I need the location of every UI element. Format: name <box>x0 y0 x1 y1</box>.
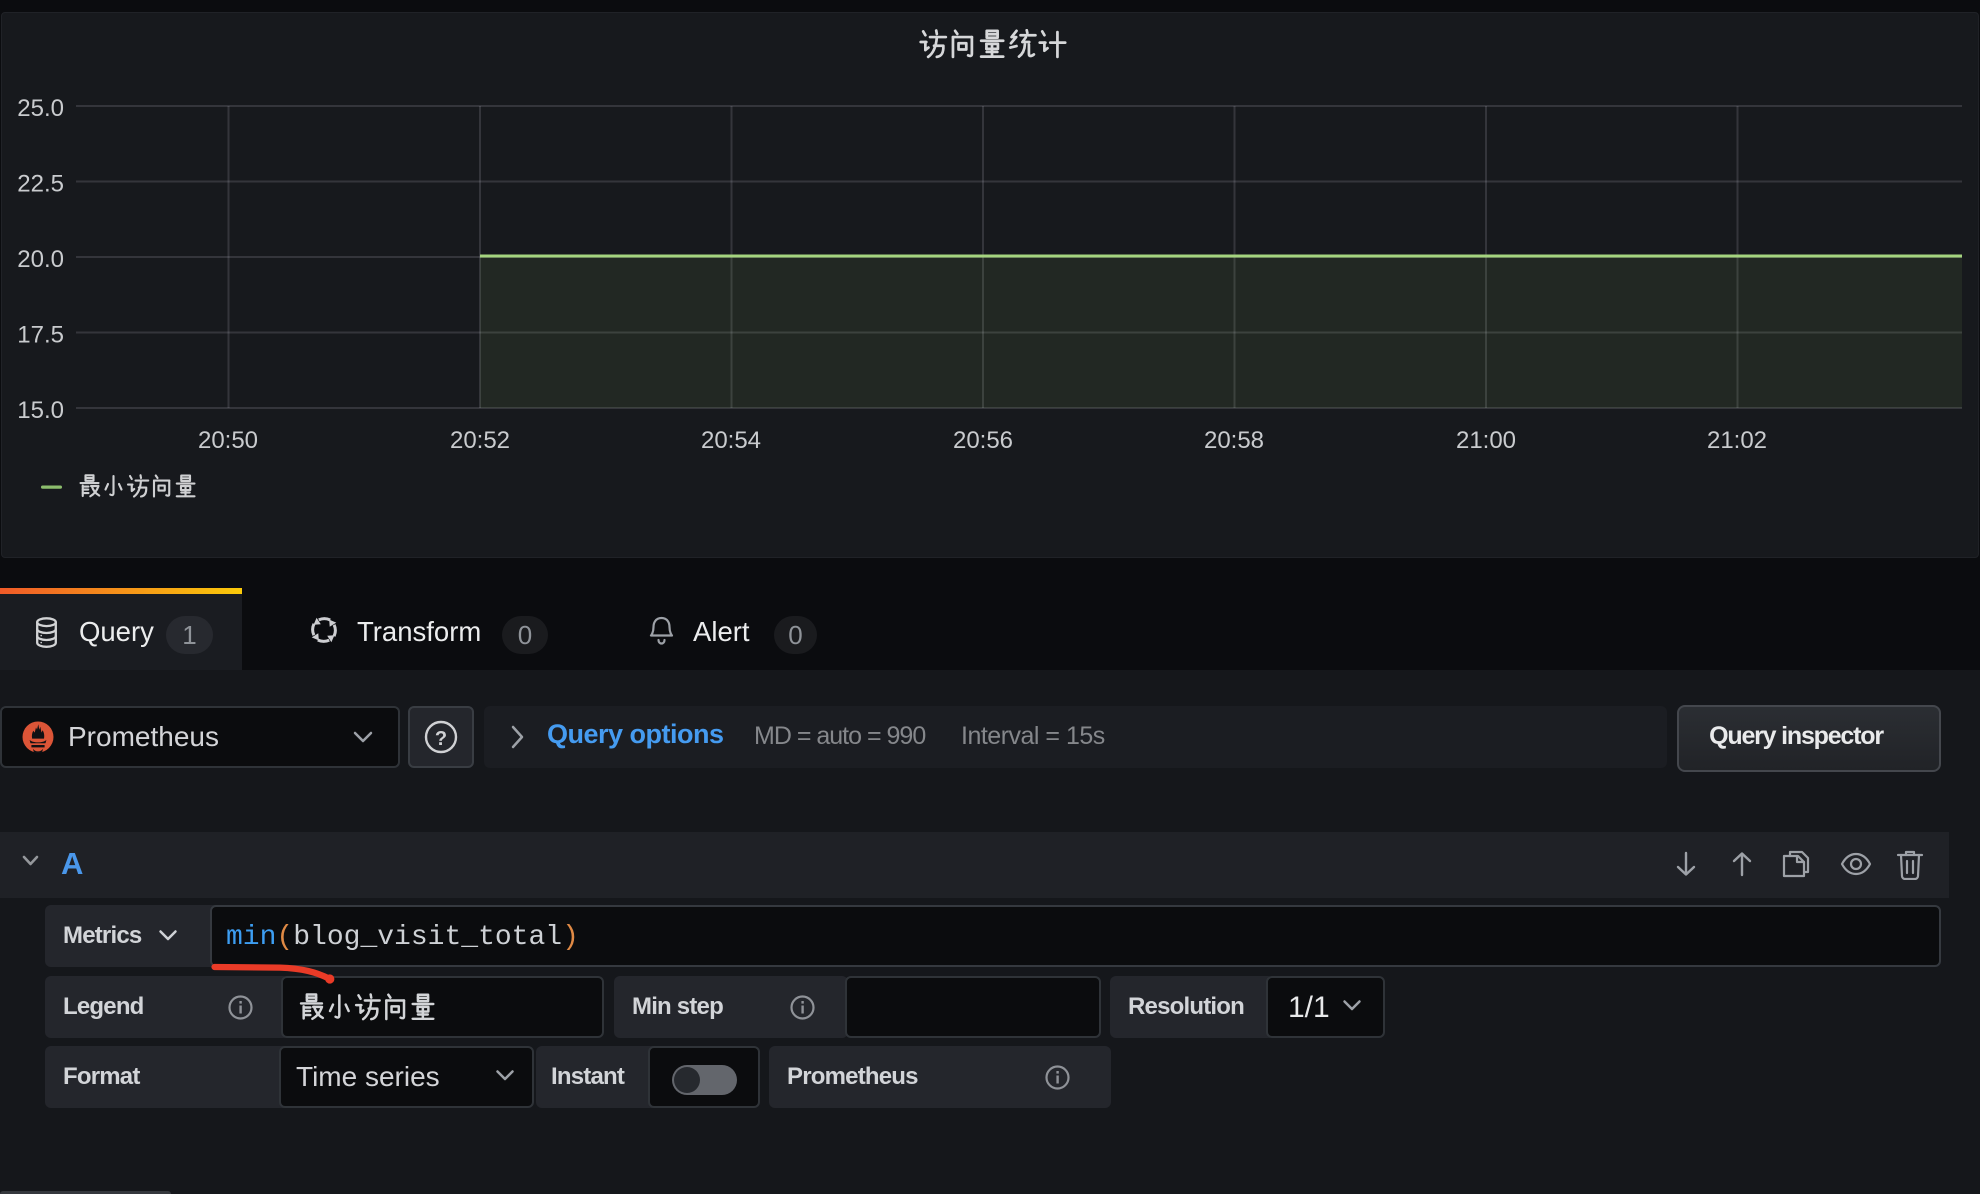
svg-text:20:54: 20:54 <box>701 427 761 454</box>
svg-text:21:02: 21:02 <box>1707 427 1767 454</box>
svg-text:20:52: 20:52 <box>450 427 510 454</box>
svg-text:20.0: 20.0 <box>17 246 64 273</box>
svg-text:21:00: 21:00 <box>1456 427 1516 454</box>
svg-text:20:50: 20:50 <box>198 427 258 454</box>
svg-text:15.0: 15.0 <box>17 397 64 424</box>
svg-text:?: ? <box>435 728 447 750</box>
svg-text:17.5: 17.5 <box>17 322 64 349</box>
svg-text:22.5: 22.5 <box>17 171 64 198</box>
svg-text:25.0: 25.0 <box>17 95 64 122</box>
svg-text:20:56: 20:56 <box>953 427 1013 454</box>
svg-text:20:58: 20:58 <box>1204 427 1264 454</box>
